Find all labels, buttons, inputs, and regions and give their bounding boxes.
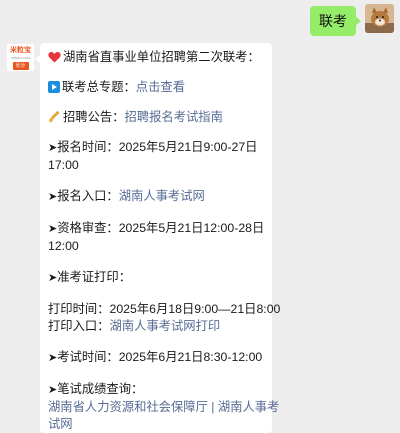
score-links-line: 湖南省人力资源和社会保障厅 | 湖南人事考: [48, 399, 279, 416]
notice-label: 招聘公告：: [63, 110, 125, 124]
play-icon: [48, 81, 60, 93]
score-link-hrss[interactable]: 湖南省人力资源和社会保障厅: [48, 400, 208, 414]
print-entry-link[interactable]: 湖南人事考试网打印: [110, 319, 221, 333]
sender-logo-brand: 米粒宝: [10, 47, 31, 54]
admit-title-line: ➤准考证打印：: [48, 269, 272, 287]
signup-entry-label: 报名入口：: [57, 189, 119, 203]
topic-label: 联考总专题：: [62, 80, 136, 94]
signup-time-text: 报名时间：2025年5月21日9:00-27日: [57, 140, 258, 154]
review-text: 资格审查：2025年5月21日12:00-28日: [57, 221, 265, 235]
exam-time-line: ➤考试时间：2025年6月21日8:30-12:00: [48, 349, 272, 367]
print-entry-label: 打印入口：: [48, 319, 110, 333]
sender-logo-city: 长沙: [12, 62, 29, 70]
score-title-line: ➤笔试成绩查询：: [48, 381, 272, 399]
sender-avatar[interactable]: 米粒宝 mlbao.com 长沙: [6, 43, 35, 72]
print-time-line: 打印时间：2025年6月18日9:00—21日8:00: [48, 301, 280, 318]
message-title: 湖南省直事业单位招聘第二次联考：: [63, 50, 260, 64]
outgoing-message-row: 联考: [310, 4, 394, 36]
arrow-icon: ➤: [48, 191, 58, 203]
score-links-line-2: 试网: [48, 416, 272, 433]
print-entry-line: 打印入口：湖南人事考试网打印: [48, 318, 272, 335]
arrow-icon: ➤: [48, 352, 58, 364]
writing-hand-icon: [49, 110, 60, 123]
message-title-line: 湖南省直事业单位招聘第二次联考：: [48, 49, 272, 66]
print-time-text: 打印时间：2025年6月18日9:00—21日8:00: [48, 302, 281, 316]
review-line-2: 12:00: [48, 238, 272, 255]
notice-line: 招聘公告：招聘报名考试指南: [48, 109, 272, 126]
score-link-exam-site-cont[interactable]: 试网: [48, 417, 73, 431]
score-link-exam-site[interactable]: 湖南人事考: [218, 400, 280, 414]
score-title: 笔试成绩查询：: [57, 382, 144, 396]
outgoing-message-bubble[interactable]: 联考: [310, 6, 361, 36]
signup-time-line: ➤报名时间：2025年5月21日9:00-27日: [48, 139, 272, 157]
review-text-2: 12:00: [48, 239, 79, 253]
topic-link[interactable]: 点击查看: [136, 80, 185, 94]
signup-time-line-2: 17:00: [48, 157, 272, 174]
arrow-icon: ➤: [48, 142, 58, 154]
arrow-icon: ➤: [48, 384, 58, 396]
signup-entry-link[interactable]: 湖南人事考试网: [119, 189, 205, 203]
sender-logo-sub: mlbao.com: [10, 55, 31, 60]
arrow-icon: ➤: [48, 223, 58, 235]
exam-time-text: 考试时间：2025年6月21日8:30-12:00: [57, 350, 263, 364]
review-line: ➤资格审查：2025年5月21日12:00-28日: [48, 220, 272, 238]
user-avatar-image: [365, 4, 394, 33]
signup-time-text-2: 17:00: [48, 158, 79, 172]
user-avatar[interactable]: [365, 4, 394, 33]
notice-link[interactable]: 招聘报名考试指南: [125, 110, 223, 124]
heart-icon: [48, 52, 61, 63]
outgoing-message-text: 联考: [319, 13, 347, 29]
topic-line: 联考总专题：点击查看: [48, 79, 272, 96]
incoming-message-bubble: 湖南省直事业单位招聘第二次联考： 联考总专题：点击查看 招聘公告：招聘报名考试指…: [35, 43, 280, 433]
arrow-icon: ➤: [48, 272, 58, 284]
score-link-separator: |: [207, 400, 218, 414]
admit-title: 准考证打印：: [57, 270, 132, 284]
signup-entry-line: ➤报名入口：湖南人事考试网: [48, 188, 272, 206]
